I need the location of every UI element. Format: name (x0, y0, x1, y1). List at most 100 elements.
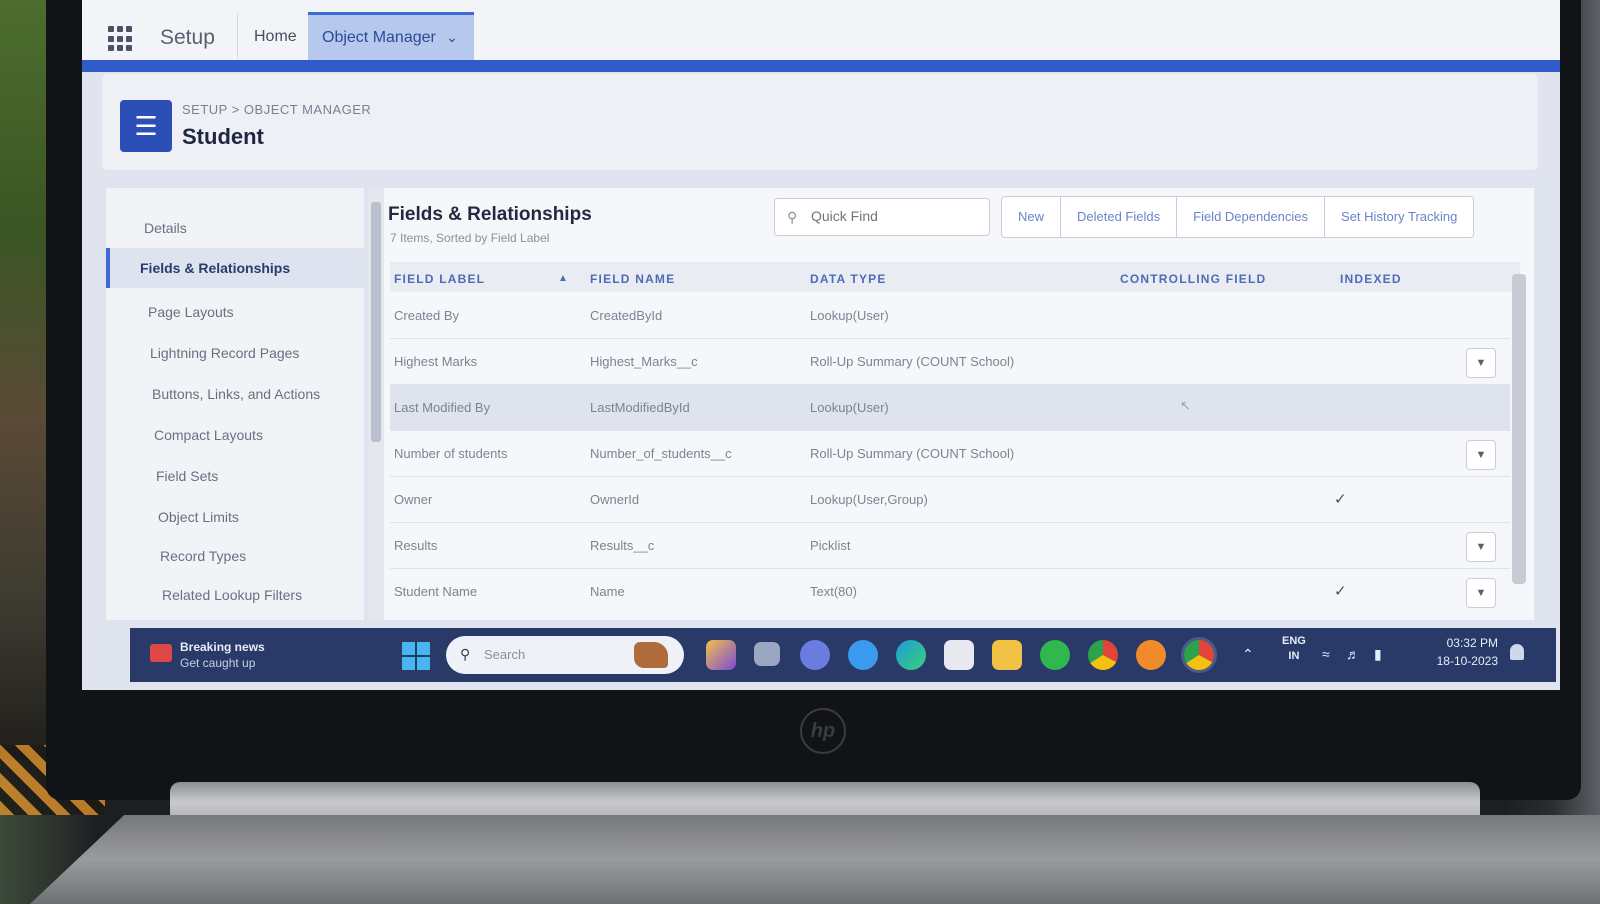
store-icon[interactable] (944, 640, 974, 670)
table-row[interactable]: Highest Marks Highest_Marks__c Roll-Up S… (390, 338, 1510, 385)
battery-icon[interactable]: ▮ (1374, 646, 1382, 663)
col-data-type[interactable]: DATA TYPE (810, 272, 887, 286)
table-header: FIELD LABEL ▲ FIELD NAME DATA TYPE CONTR… (390, 262, 1520, 292)
language-code: ENG (1282, 635, 1306, 647)
clock-date: 18-10-2023 (1436, 654, 1498, 668)
cell-data-type: Lookup(User,Group) (810, 492, 928, 507)
sidebar-scroll-thumb[interactable] (371, 202, 381, 442)
panel-subtitle: 7 Items, Sorted by Field Label (390, 231, 550, 245)
taskbar-search-placeholder: Search (484, 647, 526, 662)
wifi-icon[interactable]: ≈ (1322, 646, 1330, 662)
mouse-cursor-icon: ↖ (1180, 398, 1191, 413)
widgets-icon[interactable] (706, 640, 736, 670)
field-dependencies-button[interactable]: Field Dependencies (1177, 197, 1326, 237)
sidebar-item-object-limits[interactable]: Object Limits (158, 509, 239, 525)
chevron-up-icon[interactable]: ⌃ (1242, 646, 1254, 663)
set-history-tracking-button[interactable]: Set History Tracking (1325, 197, 1473, 237)
cell-data-type: Lookup(User) (810, 400, 889, 415)
sidebar-item-buttons-links-actions[interactable]: Buttons, Links, and Actions (152, 386, 320, 402)
row-menu-button[interactable]: ▼ (1466, 440, 1496, 470)
laptop-deck (30, 815, 1600, 904)
table-row[interactable]: Number of students Number_of_students__c… (390, 430, 1510, 477)
cell-data-type: Roll-Up Summary (COUNT School) (810, 446, 1015, 461)
browser-icon[interactable] (848, 640, 878, 670)
breadcrumb[interactable]: SETUP > OBJECT MANAGER (182, 102, 371, 117)
taskbar-search[interactable]: ⚲ Search (446, 636, 684, 674)
cell-field-name: Name (590, 584, 625, 599)
search-icon: ⚲ (787, 209, 798, 225)
chrome-profile-icon[interactable] (1136, 640, 1166, 670)
cell-field-label[interactable]: Created By (394, 308, 459, 323)
row-menu-button[interactable]: ▼ (1466, 578, 1496, 608)
col-controlling-field[interactable]: CONTROLLING FIELD (1120, 272, 1266, 286)
new-button[interactable]: New (1002, 197, 1062, 237)
table-row[interactable]: Results Results__c Picklist ▼ (390, 522, 1510, 569)
table-row[interactable]: Created By CreatedById Lookup(User) (390, 292, 1510, 339)
cell-field-name: Results__c (590, 538, 655, 553)
sidebar-item-compact-layouts[interactable]: Compact Layouts (154, 427, 263, 443)
sidebar-item-related-lookup-filters[interactable]: Related Lookup Filters (162, 587, 302, 603)
screen: Setup Home Object Manager ⌄ ☰ SETUP > OB… (82, 0, 1560, 690)
edge-icon[interactable] (896, 640, 926, 670)
quick-find[interactable]: ⚲ (774, 198, 990, 236)
layers-icon: ☰ (120, 100, 172, 152)
cell-data-type: Lookup(User) (810, 308, 889, 323)
chevron-down-icon[interactable]: ⌄ (446, 29, 458, 46)
tab-object-manager[interactable]: Object Manager ⌄ (308, 12, 474, 60)
sort-asc-icon[interactable]: ▲ (558, 273, 569, 284)
table-row[interactable]: Last Modified By LastModifiedById Lookup… (390, 384, 1510, 431)
cell-field-label[interactable]: Results (394, 538, 437, 553)
cell-data-type: Roll-Up Summary (COUNT School) (810, 354, 1015, 369)
tab-object-manager-label: Object Manager (322, 29, 436, 46)
nav-divider (237, 14, 238, 58)
cell-field-name: Highest_Marks__c (590, 354, 698, 369)
sidebar-scrollbar[interactable] (368, 188, 384, 620)
chrome-icon[interactable] (1088, 640, 1118, 670)
sidebar-item-lightning-record-pages[interactable]: Lightning Record Pages (150, 345, 299, 361)
search-icon: ⚲ (460, 646, 471, 662)
notification-bell-icon[interactable] (1510, 644, 1524, 660)
sidebar-item-page-layouts[interactable]: Page Layouts (148, 304, 234, 320)
table-row[interactable]: Owner OwnerId Lookup(User,Group) ✓ (390, 476, 1510, 523)
chat-icon[interactable] (800, 640, 830, 670)
row-menu-button[interactable]: ▼ (1466, 348, 1496, 378)
task-view-icon[interactable] (754, 642, 780, 666)
table-scrollbar[interactable] (1512, 274, 1526, 584)
volume-icon[interactable]: ♬ (1346, 646, 1360, 662)
col-field-label[interactable]: FIELD LABEL (394, 272, 485, 286)
tab-home[interactable]: Home (254, 28, 297, 46)
cell-field-name: Number_of_students__c (590, 446, 732, 461)
fields-panel: Fields & Relationships 7 Items, Sorted b… (384, 188, 1534, 620)
chrome-active-icon[interactable] (1184, 640, 1214, 670)
whatsapp-icon[interactable] (1040, 640, 1070, 670)
cell-field-label[interactable]: Number of students (394, 446, 507, 461)
hp-logo: hp (800, 708, 846, 754)
sidebar-item-details[interactable]: Details (144, 220, 187, 236)
language-indicator[interactable]: ENG IN (1282, 634, 1306, 664)
news-subtitle: Get caught up (180, 656, 256, 670)
cell-field-name: LastModifiedById (590, 400, 690, 415)
cell-field-name: CreatedById (590, 308, 663, 323)
col-field-name[interactable]: FIELD NAME (590, 272, 675, 286)
cell-field-label[interactable]: Highest Marks (394, 354, 477, 369)
deleted-fields-button[interactable]: Deleted Fields (1061, 197, 1178, 237)
table-row[interactable]: Student Name Name Text(80) ✓ ▼ (390, 568, 1510, 614)
cell-field-label[interactable]: Student Name (394, 584, 477, 599)
cell-data-type: Text(80) (810, 584, 857, 599)
row-menu-button[interactable]: ▼ (1466, 532, 1496, 562)
cell-field-label[interactable]: Last Modified By (394, 400, 490, 415)
quick-find-input[interactable] (809, 207, 983, 225)
windows-start-icon[interactable] (402, 642, 430, 670)
top-nav: Setup Home Object Manager ⌄ (82, 0, 1560, 60)
clock[interactable]: 03:32 PM 18-10-2023 (1408, 634, 1498, 670)
file-explorer-icon[interactable] (992, 640, 1022, 670)
news-icon (150, 644, 172, 662)
indexed-check-icon: ✓ (1334, 491, 1347, 508)
col-indexed[interactable]: INDEXED (1340, 272, 1402, 286)
sidebar-item-record-types[interactable]: Record Types (160, 548, 246, 564)
app-launcher-icon[interactable] (108, 26, 134, 52)
windows-taskbar: Breaking news Get caught up ⚲ Search ⌃ E… (130, 628, 1556, 682)
sidebar-item-field-sets[interactable]: Field Sets (156, 468, 218, 484)
cell-field-label[interactable]: Owner (394, 492, 432, 507)
sidebar-item-fields-relationships[interactable]: Fields & Relationships (106, 248, 364, 288)
